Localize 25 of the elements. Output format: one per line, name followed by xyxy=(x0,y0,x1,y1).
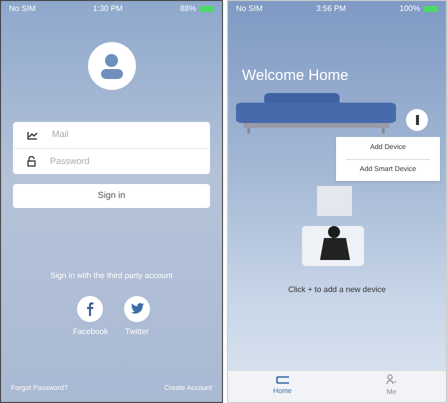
time-text: 1:30 PM xyxy=(92,3,123,15)
social-label: Facebook xyxy=(72,326,108,338)
battery-text: 88% xyxy=(180,3,196,15)
lock-icon xyxy=(27,156,36,167)
mail-field[interactable]: Mail xyxy=(52,128,196,142)
bird-icon xyxy=(130,303,144,314)
welcome-title: Welcome Home xyxy=(242,66,348,86)
letter-f-icon xyxy=(86,302,94,316)
battery-text: 100% xyxy=(400,3,420,15)
social-label: Twitter xyxy=(125,326,149,338)
add-button[interactable] xyxy=(406,109,428,131)
carrier-text: No SIM xyxy=(236,3,263,15)
sign-in-button[interactable]: Sign in xyxy=(13,184,210,208)
time-text: 3:56 PM xyxy=(316,3,346,15)
battery-icon xyxy=(200,6,214,12)
facebook-button[interactable] xyxy=(77,296,104,322)
person-icon xyxy=(386,374,397,386)
avatar-icon xyxy=(88,42,136,90)
carrier-text: No SIM xyxy=(9,3,36,15)
empty-hint: Click + to add a new device xyxy=(287,284,387,296)
password-field[interactable]: Password xyxy=(50,154,196,168)
third-party-prompt: Sign in with the third party account xyxy=(49,270,174,282)
twitter-button[interactable] xyxy=(124,296,150,322)
battery-icon xyxy=(424,6,438,12)
device-icon xyxy=(276,376,290,384)
